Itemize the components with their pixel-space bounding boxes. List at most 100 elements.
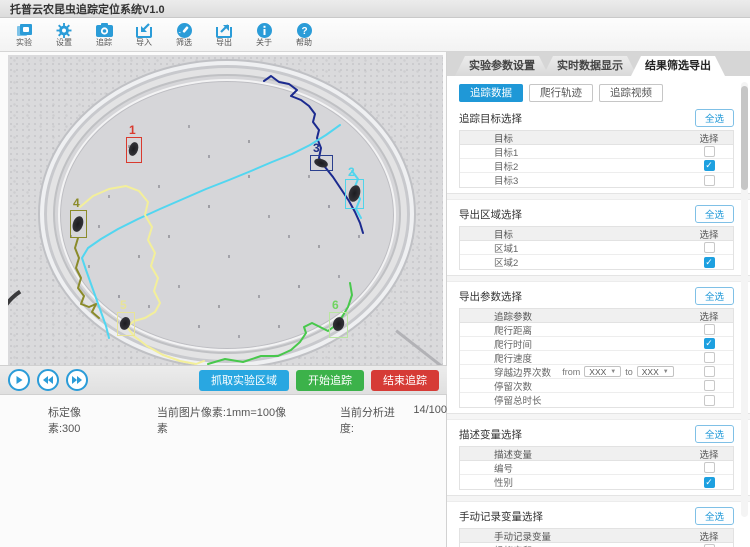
import-icon xyxy=(136,23,152,38)
experiment-icon xyxy=(16,23,33,38)
toolbar-label: 帮助 xyxy=(296,39,312,47)
checkbox[interactable] xyxy=(704,352,715,363)
table-row: 目标2 xyxy=(460,159,733,173)
checkbox[interactable] xyxy=(704,380,715,391)
start-tracking-button[interactable]: 开始追踪 xyxy=(296,370,364,391)
table-row: 区域1 xyxy=(460,241,733,255)
section-title: 手动记录变量选择 xyxy=(459,509,543,524)
video-canvas[interactable]: 1 2 3 4 5 6 xyxy=(8,55,443,365)
table-header: 描述变量 选择 xyxy=(460,447,733,461)
range-from-label: from xyxy=(562,367,580,377)
window-title: 托普云农昆虫追踪定位系统V1.0 xyxy=(10,1,165,17)
section-manual-vars: 手动记录变量选择 全选 手动记录变量 选择 蚂蚁产卵 XXX xyxy=(459,507,734,547)
toolbar-item-about[interactable]: 关于 xyxy=(244,20,284,50)
checkbox[interactable] xyxy=(704,160,715,171)
image-scale: 当前图片像素:1mm=100像素 xyxy=(157,404,296,436)
svg-text:?: ? xyxy=(301,26,307,37)
section-divider xyxy=(447,495,750,502)
checkbox[interactable] xyxy=(704,175,715,186)
checkbox[interactable] xyxy=(704,477,715,488)
tab-result-export[interactable]: 结果筛选导出 xyxy=(631,56,725,76)
toolbar-label: 追踪 xyxy=(96,39,112,47)
column-header: 选择 xyxy=(685,309,733,323)
insect-id-label: 6 xyxy=(332,299,339,311)
checkbox[interactable] xyxy=(704,462,715,473)
export-settings-content: 追踪数据 爬行轨迹 追踪视频 追踪目标选择 全选 目标 选择 目标1 xyxy=(447,76,750,547)
select-all-button[interactable]: 全选 xyxy=(695,205,734,223)
section-divider xyxy=(447,193,750,200)
insect-body xyxy=(313,157,329,169)
capture-region-button[interactable]: 抓取实验区域 xyxy=(199,370,289,391)
stop-tracking-button[interactable]: 结束追踪 xyxy=(371,370,439,391)
camera-icon xyxy=(96,23,113,38)
row-label: 爬行速度 xyxy=(460,351,685,365)
analysis-progress-label: 当前分析进度: xyxy=(340,404,408,436)
subtab-tracking-data[interactable]: 追踪数据 xyxy=(459,84,523,102)
column-header: 选择 xyxy=(685,131,733,145)
column-header: 选择 xyxy=(685,447,733,461)
section-title: 导出区域选择 xyxy=(459,207,522,222)
playback-bar: 抓取实验区域 开始追踪 结束追踪 xyxy=(0,365,447,395)
select-all-button[interactable]: 全选 xyxy=(695,507,734,525)
column-header: 选择 xyxy=(685,227,733,241)
checkbox[interactable] xyxy=(704,146,715,157)
table-header: 追踪参数 选择 xyxy=(460,309,733,323)
insect-box: 3 xyxy=(310,155,333,171)
table-row: 编号 xyxy=(460,461,733,475)
range-to-label: to xyxy=(625,367,633,377)
toolbar-item-help[interactable]: ? 帮助 xyxy=(284,20,324,50)
toolbar-label: 关于 xyxy=(256,39,272,47)
select-all-button[interactable]: 全选 xyxy=(695,109,734,127)
table-row: 爬行距离 xyxy=(460,323,733,337)
insect-body xyxy=(331,316,346,333)
section-title: 追踪目标选择 xyxy=(459,111,522,126)
insect-id-label: 1 xyxy=(129,124,136,136)
insect-box: 4 xyxy=(70,210,87,238)
row-label: 目标3 xyxy=(460,173,685,187)
toolbar-item-import[interactable]: 导入 xyxy=(124,20,164,50)
tab-realtime-data[interactable]: 实时数据显示 xyxy=(543,56,637,76)
toolbar-item-settings[interactable]: 设置 xyxy=(44,20,84,50)
column-header: 追踪参数 xyxy=(460,309,685,323)
checkbox[interactable] xyxy=(704,366,715,377)
range-to-select[interactable]: XXX ▼ xyxy=(637,366,674,377)
panel-tab-bar: 实验参数设置 实时数据显示 结果筛选导出 xyxy=(447,52,750,76)
toolbar-item-filter[interactable]: 筛选 xyxy=(164,20,204,50)
rewind-button[interactable] xyxy=(37,369,59,391)
checkbox[interactable] xyxy=(704,395,715,406)
row-label: 编号 xyxy=(460,461,685,475)
select-all-button[interactable]: 全选 xyxy=(695,425,734,443)
table-row: 性别 xyxy=(460,475,733,489)
status-bar: 标定像素:300 当前图片像素:1mm=100像素 当前分析进度: 14/100 xyxy=(0,404,447,436)
checkbox[interactable] xyxy=(704,338,715,349)
insect-body xyxy=(127,141,140,157)
toolbar-label: 筛选 xyxy=(176,39,192,47)
row-label: 爬行距离 xyxy=(460,323,685,337)
toolbar-item-tracking[interactable]: 追踪 xyxy=(84,20,124,50)
fast-forward-button[interactable] xyxy=(66,369,88,391)
table-row: 蚂蚁产卵 xyxy=(460,543,733,547)
calibration-pixels: 标定像素:300 xyxy=(48,404,113,436)
checkbox[interactable] xyxy=(704,324,715,335)
row-label: 目标1 xyxy=(460,145,685,159)
scrollbar-thumb[interactable] xyxy=(741,86,748,190)
track-5-yellow xyxy=(80,186,204,364)
gear-icon xyxy=(56,23,72,38)
subtab-tracking-video[interactable]: 追踪视频 xyxy=(599,84,663,102)
subtab-crawl-trace[interactable]: 爬行轨迹 xyxy=(529,84,593,102)
select-all-button[interactable]: 全选 xyxy=(695,287,734,305)
play-button[interactable] xyxy=(8,369,30,391)
row-label: 性别 xyxy=(460,475,685,489)
tab-experiment-params[interactable]: 实验参数设置 xyxy=(455,56,549,76)
table-row: 目标1 xyxy=(460,145,733,159)
section-title: 描述变量选择 xyxy=(459,427,522,442)
info-icon xyxy=(257,23,272,38)
toolbar-item-experiment[interactable]: 实验 xyxy=(4,20,44,50)
row-label: 停留总时长 xyxy=(460,393,685,407)
title-bar: 托普云农昆虫追踪定位系统V1.0 xyxy=(0,0,750,18)
export-icon xyxy=(216,23,232,38)
checkbox[interactable] xyxy=(704,257,715,268)
checkbox[interactable] xyxy=(704,242,715,253)
toolbar-item-export[interactable]: 导出 xyxy=(204,20,244,50)
range-from-select[interactable]: XXX ▼ xyxy=(584,366,621,377)
